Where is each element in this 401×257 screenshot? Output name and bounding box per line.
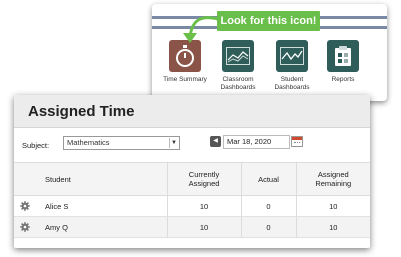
filter-bar: Subject: Mathematics ▼ ◀ Mar 18, 2020 <box>14 128 370 162</box>
cell-actual: 0 <box>240 216 296 238</box>
assigned-time-table: Student Currently Assigned Actual Assign… <box>14 162 370 238</box>
tile-student-dashboards[interactable]: Student Dashboards <box>266 40 318 92</box>
subject-label: Subject: <box>22 141 50 150</box>
header-actual[interactable]: Actual <box>240 162 296 196</box>
row-actions-cell <box>14 195 35 217</box>
tile-label: Classroom Dashboards <box>220 76 256 91</box>
assigned-time-panel: Assigned Time Subject: Mathematics ▼ ◀ M… <box>14 95 370 248</box>
cell-assigned-remaining: 10 <box>295 216 370 238</box>
cell-student: Alice S <box>35 195 167 217</box>
subject-value: Mathematics <box>67 138 110 147</box>
calendar-icon[interactable] <box>291 136 303 147</box>
table-header-row: Student Currently Assigned Actual Assign… <box>14 162 370 196</box>
header-currently-assigned-label: Currently Assigned <box>188 170 220 188</box>
app-launcher-callout: Look for this icon! Time Summary Classro… <box>152 4 387 101</box>
line-chart-icon <box>222 40 254 72</box>
table-row: Amy Q 10 0 10 <box>14 216 370 238</box>
pointer-arrow-icon <box>183 16 219 43</box>
cell-student: Amy Q <box>35 216 167 238</box>
tile-reports[interactable]: Reports <box>317 40 369 84</box>
tile-label: Student Dashboards <box>274 76 310 91</box>
cell-currently-assigned: 10 <box>166 216 241 238</box>
page-title: Assigned Time <box>14 95 370 128</box>
chevron-down-icon[interactable]: ▼ <box>169 138 178 148</box>
header-student[interactable]: Student <box>35 162 167 196</box>
gear-icon[interactable] <box>19 201 30 211</box>
header-assigned-remaining-label: Assigned Remaining <box>315 170 352 188</box>
cell-actual: 0 <box>240 195 296 217</box>
tile-label: Time Summary <box>163 76 207 83</box>
report-icon <box>327 40 359 72</box>
tile-label: Reports <box>331 76 355 83</box>
header-currently-assigned[interactable]: Currently Assigned <box>166 162 241 196</box>
tile-time-summary[interactable]: Time Summary <box>159 40 211 84</box>
tile-classroom-dashboards[interactable]: Classroom Dashboards <box>212 40 264 92</box>
header-actions <box>14 162 35 196</box>
header-assigned-remaining[interactable]: Assigned Remaining <box>295 162 370 196</box>
row-actions-cell <box>14 216 35 238</box>
cell-assigned-remaining: 10 <box>295 195 370 217</box>
subject-dropdown[interactable]: Mathematics ▼ <box>63 136 180 150</box>
gear-icon[interactable] <box>19 222 30 232</box>
previous-date-button[interactable]: ◀ <box>210 136 221 147</box>
date-field[interactable]: Mar 18, 2020 <box>223 135 290 149</box>
cell-currently-assigned: 10 <box>166 195 241 217</box>
callout-banner: Look for this icon! <box>217 11 320 31</box>
trend-chart-icon <box>276 40 308 72</box>
table-row: Alice S 10 0 10 <box>14 195 370 217</box>
